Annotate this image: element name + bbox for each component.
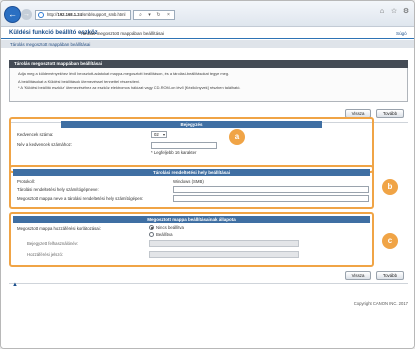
search-icon[interactable]: ⌕ xyxy=(137,12,144,19)
access-setting-label: Megosztott mappa hozzáférési korlátozása… xyxy=(17,226,101,231)
destination-title: Tárolási rendeltetési hely beállításai xyxy=(13,169,370,176)
username-input[interactable] xyxy=(149,240,299,247)
password-input[interactable] xyxy=(149,251,299,258)
help-link[interactable]: Súgó xyxy=(396,31,407,36)
close-icon[interactable]: × xyxy=(165,12,172,19)
protocol-label: Protokoll: xyxy=(17,179,35,184)
fav-name-label: Név a kedvencek számához: xyxy=(17,142,72,147)
address-prefix: http:// xyxy=(47,12,58,17)
page-name: Tárolás megosztott mappában beállításai xyxy=(80,31,165,36)
back-button-bottom[interactable]: Vissza xyxy=(345,271,371,280)
fav-name-hint: * Legfeljebb 16 karakter xyxy=(151,150,197,155)
browser-menu-icons: ⌂ ☆ ⚙ xyxy=(378,8,410,16)
username-label: Bejegyzett felhasználónév: xyxy=(27,241,79,246)
browser-window: ← → http://192.168.1.24/smb/support_smb.… xyxy=(0,0,415,349)
path-label: Megosztott mappa neve a tárolási rendelt… xyxy=(17,196,144,201)
forward-arrow-icon[interactable]: → xyxy=(21,9,32,20)
browser-toolbar: ← → http://192.168.1.24/smb/support_smb.… xyxy=(1,1,414,27)
callout-badge-a: a xyxy=(229,129,245,145)
settings-gear-icon[interactable]: ⚙ xyxy=(402,8,410,16)
page-header: Küldési funkció beállító eszköz Tárolás … xyxy=(1,28,414,39)
destination-section: Tárolási rendeltetési hely beállításai P… xyxy=(9,165,374,209)
favorites-star-icon[interactable]: ☆ xyxy=(390,8,398,16)
chevron-down-icon: ▾ xyxy=(162,132,165,137)
browser-address-tools: ⌕ ▾ ↻ × xyxy=(133,10,175,20)
option-set-label: Beállítva xyxy=(156,232,173,237)
page-content: Küldési funkció beállító eszköz Tárolás … xyxy=(1,28,414,348)
address-path: /smb/support_smb.html xyxy=(81,12,126,17)
callout-badge-b: b xyxy=(382,179,398,195)
registration-title: Bejegyzés xyxy=(61,121,322,128)
divider xyxy=(9,283,408,284)
fav-number-label: Kedvencek száma: xyxy=(17,132,54,137)
copyright: Copyright CANON INC. 2017 xyxy=(353,301,408,306)
back-arrow-icon[interactable]: ← xyxy=(5,7,20,22)
panel-title: Tárolás megosztott mappában beállításai xyxy=(9,60,408,68)
breadcrumb-bar: Tárolás megosztott mappában beállításai xyxy=(1,40,414,48)
fav-name-input[interactable] xyxy=(151,142,217,149)
breadcrumb: Tárolás megosztott mappában beállításai xyxy=(10,41,91,47)
host-input[interactable] xyxy=(173,186,369,193)
host-label: Tárolási rendeltetési hely számítógépnev… xyxy=(17,187,99,192)
instruction-notes: Adja meg a küldeményekhez lévő beosztott… xyxy=(9,68,408,102)
radio-not-set[interactable] xyxy=(149,225,154,230)
refresh-icon[interactable]: ↻ xyxy=(155,12,162,19)
radio-set[interactable] xyxy=(149,232,154,237)
callout-badge-c: c xyxy=(382,233,398,249)
fav-number-value: 02 xyxy=(154,132,159,137)
page-top-icon[interactable]: ▲ xyxy=(12,282,18,288)
access-title: Megosztott mappa beállításainak állapota xyxy=(13,216,370,223)
dropdown-icon[interactable]: ▾ xyxy=(146,12,153,19)
access-section: Megosztott mappa beállításainak állapota… xyxy=(9,212,374,267)
path-input[interactable] xyxy=(173,195,369,202)
next-button-bottom[interactable]: Tovább xyxy=(376,271,404,280)
fav-number-select[interactable]: 02 ▾ xyxy=(151,131,167,138)
password-label: Hozzáférési jelszó: xyxy=(27,252,64,257)
ie-logo-icon xyxy=(38,12,44,18)
note-line: * A 'Küldési beállító eszköz' ütemezéséh… xyxy=(18,84,241,90)
note-line: Adja meg a küldeményekhez lévő beosztott… xyxy=(18,71,230,76)
address-bar[interactable]: http://192.168.1.24/smb/support_smb.html xyxy=(35,10,131,20)
protocol-value: Windows (SMB) xyxy=(173,179,204,184)
next-button[interactable]: Tovább xyxy=(376,109,404,118)
address-host: 192.168.1.24 xyxy=(57,12,82,17)
home-icon[interactable]: ⌂ xyxy=(378,8,386,16)
option-not-set-label: Nincs beállítva xyxy=(156,225,184,230)
